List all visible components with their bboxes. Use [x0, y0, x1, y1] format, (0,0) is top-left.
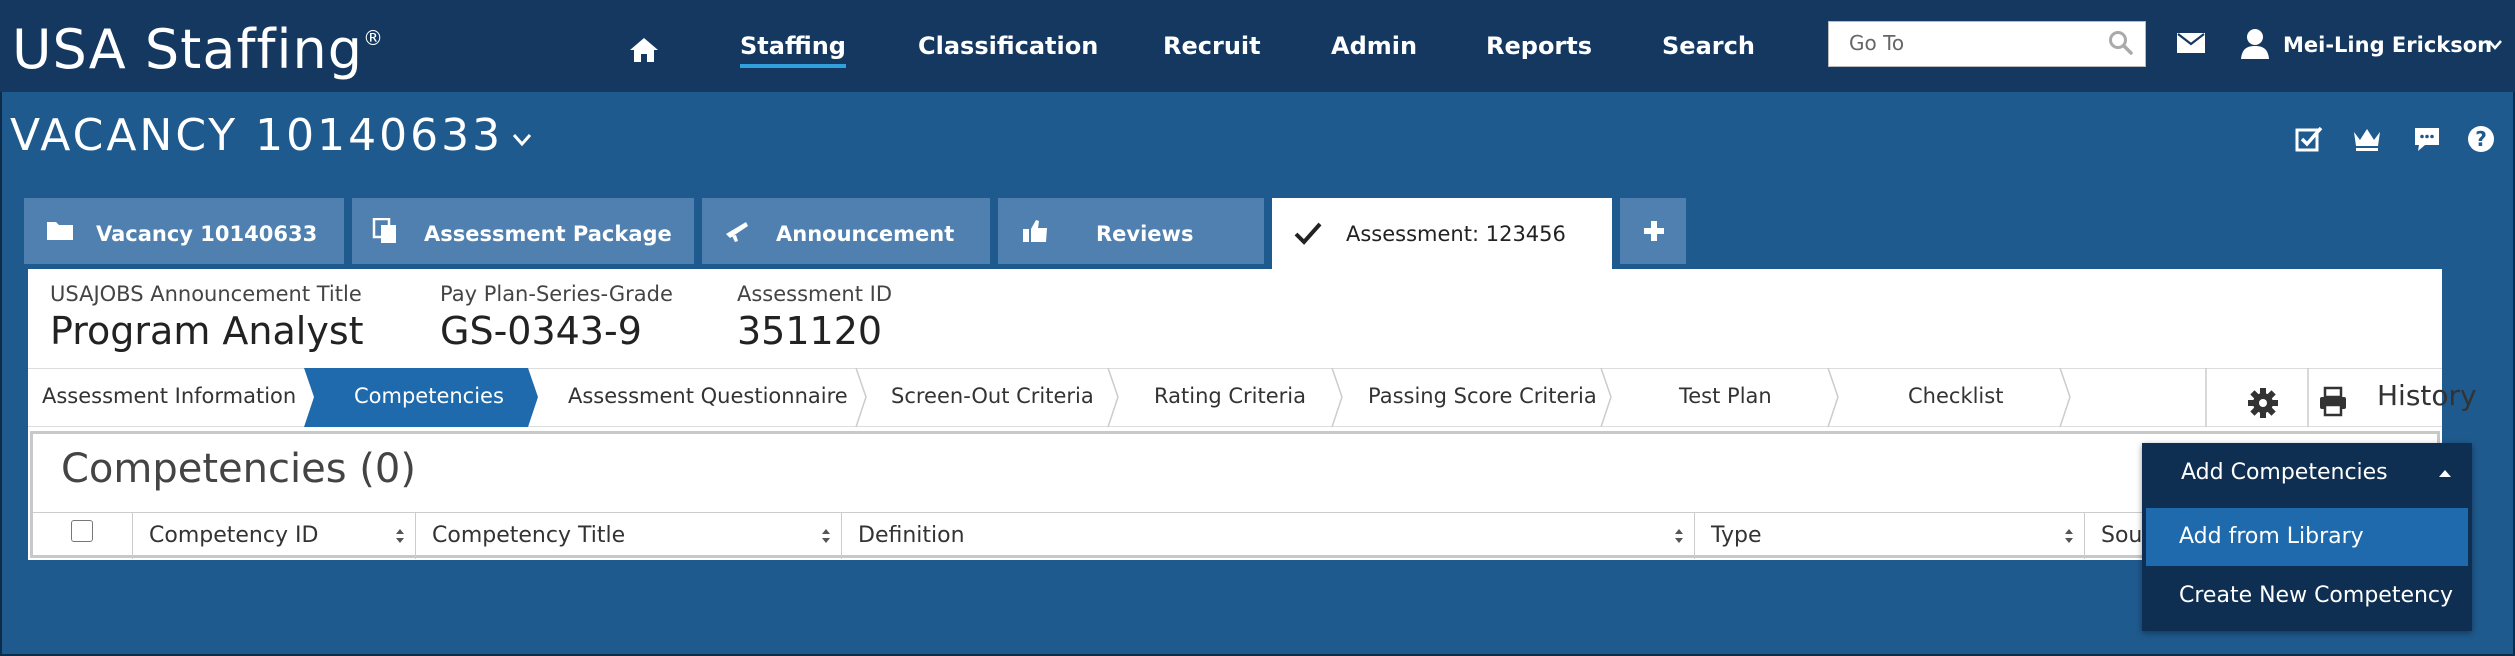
- step-competencies[interactable]: Competencies: [354, 384, 504, 408]
- home-icon[interactable]: [628, 36, 660, 64]
- vacancy-title: VACANCY 10140633: [10, 110, 504, 161]
- megaphone-icon: [726, 222, 748, 242]
- history-icon[interactable]: [2318, 386, 2348, 418]
- column-competency-id[interactable]: Competency ID: [133, 513, 416, 559]
- tab-label: Assessment Package: [424, 222, 672, 246]
- tab-add[interactable]: +: [1620, 198, 1686, 264]
- nav-classification[interactable]: Classification: [918, 32, 1098, 60]
- nav-staffing[interactable]: Staffing: [740, 32, 846, 68]
- select-all-column: [33, 513, 133, 559]
- tab-announcement[interactable]: Announcement: [702, 198, 990, 264]
- sort-icon: [396, 529, 404, 543]
- thumbs-up-icon: [1023, 220, 1047, 242]
- top-navigation-bar: USA Staffing® Staffing Classification Re…: [0, 0, 2515, 92]
- step-passing-score-criteria[interactable]: Passing Score Criteria: [1368, 384, 1597, 408]
- plus-icon: [1644, 221, 1664, 241]
- brand-logo[interactable]: USA Staffing®: [12, 18, 384, 81]
- check-icon: [1294, 222, 1322, 245]
- nav-reports[interactable]: Reports: [1486, 32, 1592, 60]
- chevron-down-icon[interactable]: [2488, 40, 2502, 50]
- sort-icon: [822, 529, 830, 543]
- column-competency-title[interactable]: Competency Title: [416, 513, 842, 559]
- nav-search[interactable]: Search: [1662, 32, 1755, 60]
- create-new-competency-item[interactable]: Create New Competency: [2146, 567, 2468, 625]
- step-screen-out-criteria[interactable]: Screen-Out Criteria: [891, 384, 1094, 408]
- folder-icon: [47, 222, 73, 240]
- chat-icon[interactable]: [2412, 124, 2442, 154]
- nav-recruit[interactable]: Recruit: [1163, 32, 1261, 60]
- nav-admin[interactable]: Admin: [1331, 32, 1417, 60]
- announcement-title-label: USAJOBS Announcement Title: [50, 282, 362, 306]
- assessment-id-label: Assessment ID: [737, 282, 893, 306]
- column-type[interactable]: Type: [1695, 513, 2085, 559]
- tab-vacancy[interactable]: Vacancy 10140633: [24, 198, 344, 264]
- tab-label: Vacancy 10140633: [96, 222, 318, 246]
- step-test-plan[interactable]: Test Plan: [1679, 384, 1772, 408]
- step-assessment-information[interactable]: Assessment Information: [42, 384, 296, 408]
- competencies-section: Competencies (0) Competency ID Competenc…: [30, 431, 2440, 559]
- tab-reviews[interactable]: Reviews: [998, 198, 1264, 264]
- competencies-title: Competencies (0): [61, 446, 416, 492]
- mail-icon[interactable]: [2176, 32, 2206, 54]
- step-rating-criteria[interactable]: Rating Criteria: [1154, 384, 1306, 408]
- chevron-down-icon[interactable]: [512, 133, 532, 147]
- add-competencies-button[interactable]: Add Competencies: [2142, 443, 2472, 503]
- step-checklist[interactable]: Checklist: [1908, 384, 2003, 408]
- tab-label: Reviews: [1096, 222, 1194, 246]
- add-from-library-item[interactable]: Add from Library: [2146, 508, 2468, 566]
- gear-icon[interactable]: [2246, 386, 2280, 420]
- tab-label: Announcement: [776, 222, 955, 246]
- ppsg-label: Pay Plan-Series-Grade: [440, 282, 673, 306]
- goto-input[interactable]: Go To: [1828, 21, 2146, 67]
- column-definition[interactable]: Definition: [842, 513, 1695, 559]
- checklist-icon[interactable]: [2294, 124, 2324, 154]
- assessment-panel: USAJOBS Announcement Title Program Analy…: [28, 269, 2477, 560]
- tab-assessment[interactable]: Assessment: 123456: [1272, 198, 1612, 270]
- sort-icon: [2065, 529, 2073, 543]
- history-button[interactable]: History: [2377, 379, 2477, 412]
- help-icon[interactable]: ?: [2466, 124, 2496, 154]
- step-assessment-questionnaire[interactable]: Assessment Questionnaire: [568, 384, 848, 408]
- chevron-up-icon: [2439, 470, 2451, 477]
- crown-icon[interactable]: [2352, 124, 2382, 154]
- select-all-checkbox[interactable]: [71, 520, 93, 542]
- announcement-title: Program Analyst: [50, 309, 364, 353]
- tab-label: Assessment: 123456: [1346, 222, 1566, 246]
- copy-icon: [372, 218, 396, 243]
- tab-assessment-package[interactable]: Assessment Package: [352, 198, 694, 264]
- assessment-id: 351120: [737, 309, 883, 353]
- user-icon[interactable]: [2240, 28, 2270, 60]
- svg-text:?: ?: [2475, 127, 2487, 151]
- sort-icon: [1675, 529, 1683, 543]
- ppsg-value: GS-0343-9: [440, 309, 642, 353]
- search-icon[interactable]: [2108, 30, 2134, 56]
- user-name[interactable]: Mei-Ling Erickson: [2283, 33, 2492, 57]
- add-competencies-menu: Add Competencies Add from Library Create…: [2142, 443, 2472, 631]
- competencies-grid-header: Competency ID Competency Title Definitio…: [33, 512, 2437, 559]
